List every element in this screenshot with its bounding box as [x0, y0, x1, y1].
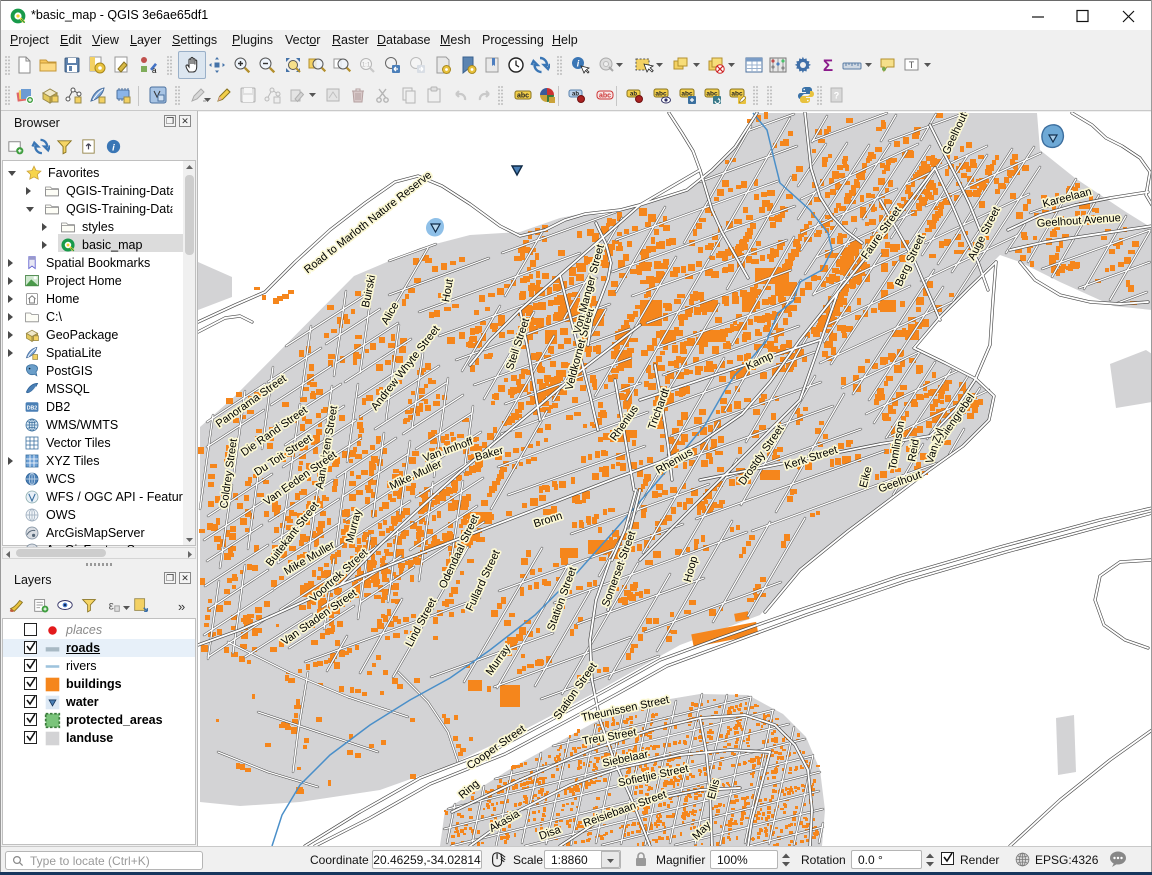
svg-text:?: ? [834, 91, 840, 101]
svg-text:T: T [909, 60, 915, 70]
svg-text:i: i [112, 142, 115, 153]
svg-text:Σ: Σ [823, 56, 833, 75]
svg-text:a: a [152, 66, 157, 75]
svg-text:DB2: DB2 [27, 405, 37, 411]
svg-text:abc: abc [517, 93, 529, 100]
svg-text:ε: ε [109, 600, 114, 613]
svg-text:abc: abc [655, 91, 667, 98]
svg-text:abc: abc [599, 93, 611, 100]
svg-text:1:1: 1:1 [362, 63, 371, 69]
